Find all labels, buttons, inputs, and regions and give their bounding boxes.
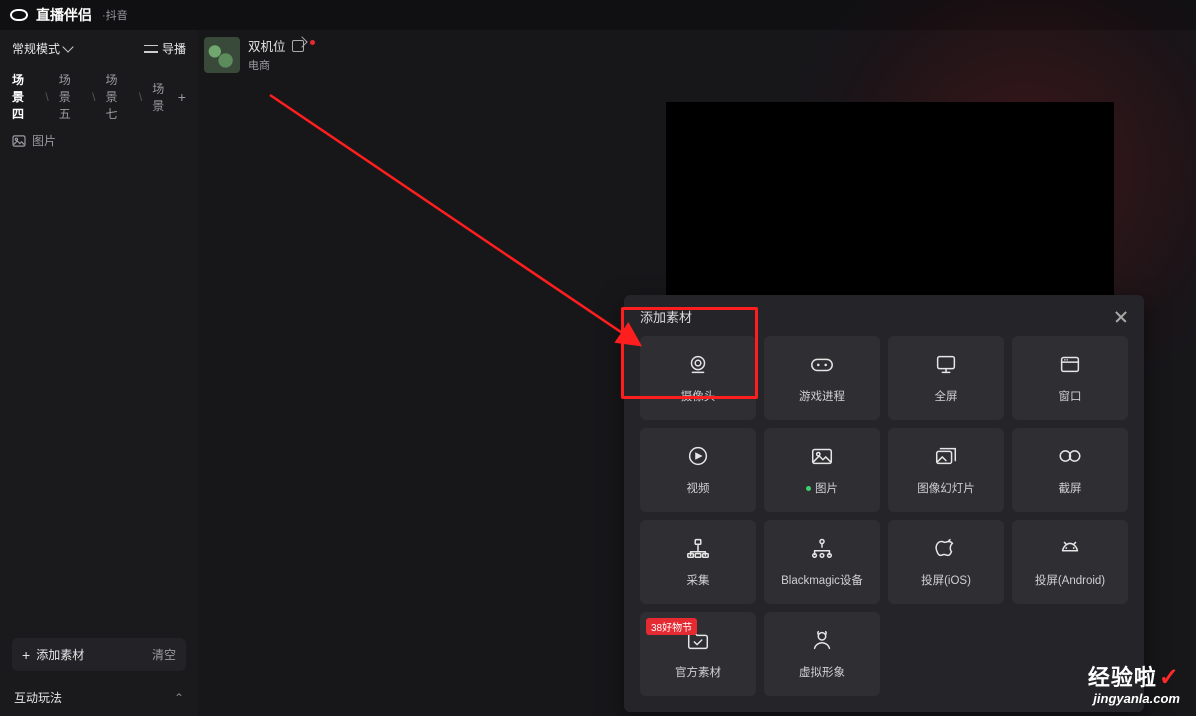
close-icon[interactable] bbox=[1114, 310, 1128, 324]
add-source-modal: 添加素材 摄像头 游戏进程 全屏 窗口视频 图片 图像幻灯片 截屏采集 Blackmagic设… bbox=[624, 295, 1144, 712]
source-card-camera[interactable]: 摄像头 bbox=[640, 336, 756, 420]
promo-badge: 38好物节 bbox=[646, 618, 697, 635]
card-label: 游戏进程 bbox=[799, 388, 845, 404]
camera-icon bbox=[684, 352, 712, 376]
scene-tab-active[interactable]: 场景四 bbox=[12, 71, 35, 122]
card-label: 虚拟形象 bbox=[799, 664, 845, 680]
android-icon bbox=[1056, 536, 1084, 560]
source-title: 双机位 bbox=[248, 36, 286, 55]
watermark-url: jingyanla.com bbox=[1088, 692, 1180, 706]
source-card-game[interactable]: 游戏进程 bbox=[764, 336, 880, 420]
guide-button[interactable]: 导播 bbox=[144, 40, 186, 57]
image-icon bbox=[12, 135, 26, 147]
card-label: 采集 bbox=[687, 572, 710, 588]
scene-source-item[interactable]: 图片 bbox=[0, 126, 198, 155]
swap-icon bbox=[144, 44, 158, 54]
edit-icon[interactable] bbox=[292, 40, 304, 52]
mode-label: 常规模式 bbox=[12, 40, 60, 57]
source-card-image[interactable]: 图片 bbox=[764, 428, 880, 512]
logo-icon bbox=[10, 9, 28, 21]
source-card-official[interactable]: 38好物节官方素材 bbox=[640, 612, 756, 696]
indicator-dot-icon bbox=[806, 486, 811, 491]
source-chip[interactable]: 双机位 电商 bbox=[204, 36, 315, 73]
source-card-video[interactable]: 视频 bbox=[640, 428, 756, 512]
card-label: 图片 bbox=[806, 480, 838, 496]
source-card-blackmagic[interactable]: Blackmagic设备 bbox=[764, 520, 880, 604]
notification-dot-icon bbox=[310, 40, 315, 45]
avatar-icon bbox=[808, 628, 836, 652]
ios-icon bbox=[932, 536, 960, 560]
card-label: 图像幻灯片 bbox=[917, 480, 975, 496]
card-label: 摄像头 bbox=[681, 388, 716, 404]
scene-tabs: 场景四 \ 场景五 \ 场景七 \ 场景 + bbox=[0, 67, 198, 126]
source-card-collect[interactable]: 采集 bbox=[640, 520, 756, 604]
card-label: 官方素材 bbox=[675, 664, 721, 680]
plus-icon: + bbox=[22, 648, 30, 662]
game-icon bbox=[808, 352, 836, 376]
scene-tab[interactable]: 场景七 bbox=[105, 71, 128, 122]
card-label: 投屏(Android) bbox=[1035, 572, 1105, 588]
collect-icon bbox=[684, 536, 712, 560]
video-icon bbox=[684, 444, 712, 468]
fullscreen-icon bbox=[932, 352, 960, 376]
card-label: 截屏 bbox=[1059, 480, 1082, 496]
card-label: 视频 bbox=[687, 480, 710, 496]
add-source-button[interactable]: + 添加素材 bbox=[22, 646, 84, 663]
app-header: 直播伴侣 ·抖音 bbox=[0, 0, 1196, 30]
watermark: 经验啦✓ jingyanla.com bbox=[1088, 665, 1180, 706]
source-card-ios[interactable]: 投屏(iOS) bbox=[888, 520, 1004, 604]
expand-toggle[interactable]: ⌃ bbox=[174, 691, 184, 705]
card-label: 窗口 bbox=[1059, 388, 1082, 404]
app-title: 直播伴侣 bbox=[36, 5, 92, 25]
mode-selector[interactable]: 常规模式 bbox=[12, 40, 72, 57]
window-icon bbox=[1056, 352, 1084, 376]
chevron-down-icon bbox=[62, 41, 73, 52]
image-icon bbox=[808, 444, 836, 468]
capture-icon bbox=[1056, 444, 1084, 468]
source-card-avatar[interactable]: 虚拟形象 bbox=[764, 612, 880, 696]
source-thumbnail bbox=[204, 37, 240, 73]
sidebar: 常规模式 导播 场景四 \ 场景五 \ 场景七 \ 场景 + 图片 bbox=[0, 30, 198, 716]
card-label: 投屏(iOS) bbox=[921, 572, 971, 588]
app-subtitle: ·抖音 bbox=[102, 7, 128, 23]
card-label: Blackmagic设备 bbox=[781, 572, 863, 588]
blackmagic-icon bbox=[808, 536, 836, 560]
source-card-android[interactable]: 投屏(Android) bbox=[1012, 520, 1128, 604]
card-label: 全屏 bbox=[935, 388, 958, 404]
interact-label: 互动玩法 bbox=[14, 689, 62, 706]
scene-tab[interactable]: 场景 bbox=[152, 80, 168, 114]
add-scene-icon[interactable]: + bbox=[178, 90, 186, 104]
canvas-area: 双机位 电商 添加素材 摄像头 游戏进程 全屏 窗口视频 图片 图像幻灯片 截屏采集 Blac… bbox=[198, 30, 1196, 716]
source-subtitle: 电商 bbox=[248, 57, 315, 73]
source-card-capture[interactable]: 截屏 bbox=[1012, 428, 1128, 512]
checkmark-icon: ✓ bbox=[1159, 664, 1180, 691]
source-card-window[interactable]: 窗口 bbox=[1012, 336, 1128, 420]
guide-label: 导播 bbox=[162, 40, 186, 57]
source-card-slideshow[interactable]: 图像幻灯片 bbox=[888, 428, 1004, 512]
add-source-label: 添加素材 bbox=[36, 646, 84, 663]
modal-title: 添加素材 bbox=[640, 307, 692, 326]
scene-source-label: 图片 bbox=[32, 132, 56, 149]
slideshow-icon bbox=[932, 444, 960, 468]
watermark-text: 经验啦 bbox=[1088, 665, 1157, 690]
source-card-fullscreen[interactable]: 全屏 bbox=[888, 336, 1004, 420]
clear-button[interactable]: 清空 bbox=[152, 646, 176, 663]
scene-tab[interactable]: 场景五 bbox=[59, 71, 82, 122]
